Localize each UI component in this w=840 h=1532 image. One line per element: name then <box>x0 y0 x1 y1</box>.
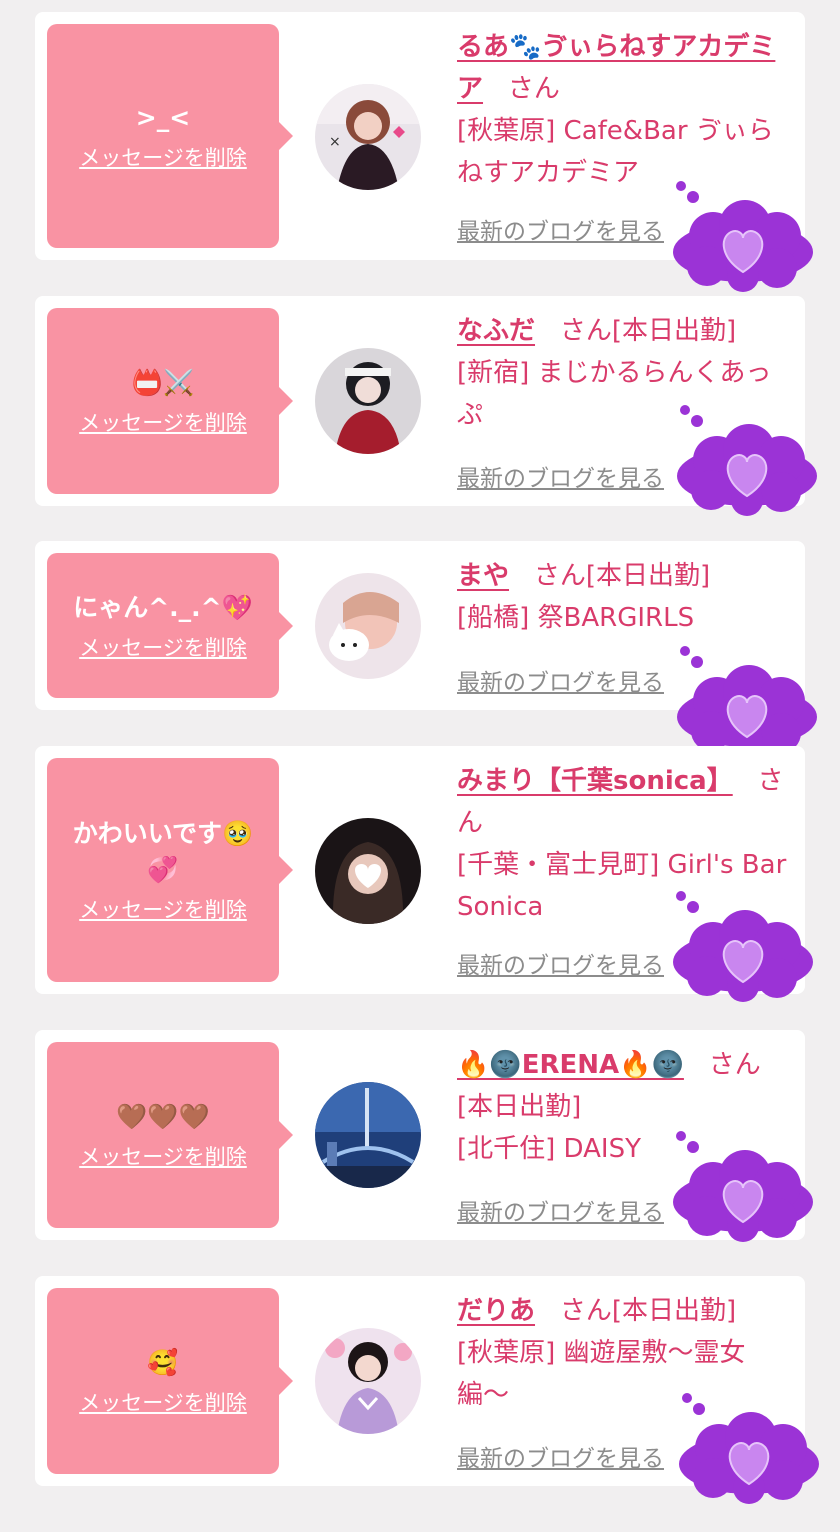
avatar[interactable] <box>315 573 421 679</box>
delete-message-link[interactable]: メッセージを削除 <box>79 632 247 662</box>
cast-name-link[interactable]: みまり【千葉sonica】 <box>457 766 733 796</box>
message-text: >_< <box>135 103 191 132</box>
message-card: 🥰 メッセージを削除 だりあ さん[本日出勤] [秋葉原] 幽遊屋敷〜霊女編〜 … <box>35 1276 819 1504</box>
honorific: さん <box>559 316 612 346</box>
heart-reaction-button[interactable] <box>667 404 819 520</box>
cast-info: るあ🐾ゔぃらねすアカデミア さん [秋葉原] Cafe&Bar ゔぃらねすアカデ… <box>457 26 791 194</box>
purple-heart-cloud-icon <box>673 1131 813 1242</box>
latest-blog-link[interactable]: 最新のブログを見る <box>457 1439 664 1473</box>
cast-name-link[interactable]: だりあ <box>457 1296 535 1326</box>
avatar[interactable] <box>315 1328 421 1434</box>
message-bubble: 📛⚔️ メッセージを削除 <box>47 308 293 494</box>
message-card: 📛⚔️ メッセージを削除 なふだ さん[本日出勤] [新宿] まじかるらんくあっ… <box>35 296 817 516</box>
message-bubble: にゃん^._.^💖 メッセージを削除 <box>47 553 293 698</box>
cast-name-link[interactable]: るあ🐾ゔぃらねすアカデミア <box>457 32 775 104</box>
svg-text:×: × <box>329 134 341 150</box>
message-card: >_< メッセージを削除 × るあ🐾ゔぃらねすアカデミア さん [秋葉原] Ca… <box>35 12 813 292</box>
avatar[interactable] <box>315 818 421 924</box>
delete-message-link[interactable]: メッセージを削除 <box>79 1387 247 1417</box>
delete-message-link[interactable]: メッセージを削除 <box>79 894 247 924</box>
message-bubble: 🥰 メッセージを削除 <box>47 1288 293 1474</box>
status-label: [本日出勤] <box>611 316 737 346</box>
avatar[interactable] <box>315 1082 421 1188</box>
status-label: [本日出勤] <box>457 1092 582 1122</box>
message-card: かわいいです🥹💞 メッセージを削除 みまり【千葉sonica】 さん [千葉・富… <box>35 746 813 1002</box>
message-text: 🥰 <box>147 1348 179 1377</box>
honorific: さん <box>708 1050 761 1080</box>
message-text: 📛⚔️ <box>131 368 195 397</box>
honorific: さん <box>507 74 560 104</box>
latest-blog-link[interactable]: 最新のブログを見る <box>457 663 664 697</box>
delete-message-link[interactable]: メッセージを削除 <box>79 407 247 437</box>
heart-reaction-button[interactable] <box>667 645 819 761</box>
avatar[interactable] <box>315 348 421 454</box>
honorific: さん <box>533 561 586 591</box>
message-card: 🤎🤎🤎 メッセージを削除 🔥🌚ERENA🔥🌚 さん [本日出勤] [北千住] DA… <box>35 1030 813 1242</box>
message-text: にゃん^._.^💖 <box>73 592 253 622</box>
latest-blog-link[interactable]: 最新のブログを見る <box>457 946 664 980</box>
cast-name-link[interactable]: なふだ <box>457 316 535 346</box>
message-bubble: >_< メッセージを削除 <box>47 24 293 248</box>
message-bubble: 🤎🤎🤎 メッセージを削除 <box>47 1042 293 1228</box>
honorific: さん <box>559 1296 612 1326</box>
status-label: [本日出勤] <box>611 1296 737 1326</box>
purple-heart-cloud-icon <box>673 181 813 292</box>
cast-name-link[interactable]: 🔥🌚ERENA🔥🌚 <box>457 1050 684 1080</box>
heart-reaction-button[interactable] <box>663 1130 815 1246</box>
heart-reaction-button[interactable] <box>663 180 815 296</box>
message-text: かわいいです🥹💞 <box>72 819 254 884</box>
status-label: [本日出勤] <box>585 561 711 591</box>
shop-info: [船橋] 祭BARGIRLS <box>457 603 695 633</box>
latest-blog-link[interactable]: 最新のブログを見る <box>457 459 664 493</box>
delete-message-link[interactable]: メッセージを削除 <box>79 1141 247 1171</box>
cast-name-link[interactable]: まや <box>457 561 509 591</box>
delete-message-link[interactable]: メッセージを削除 <box>79 142 247 172</box>
purple-heart-cloud-icon <box>679 1393 819 1504</box>
avatar[interactable]: × <box>315 84 421 190</box>
cast-info: まや さん[本日出勤] [船橋] 祭BARGIRLS <box>457 555 791 639</box>
message-bubble: かわいいです🥹💞 メッセージを削除 <box>47 758 293 982</box>
heart-reaction-button[interactable] <box>669 1392 821 1508</box>
latest-blog-link[interactable]: 最新のブログを見る <box>457 1193 664 1227</box>
purple-heart-cloud-icon <box>677 405 817 516</box>
purple-heart-cloud-icon <box>673 891 813 1002</box>
purple-heart-cloud-icon <box>677 646 817 757</box>
latest-blog-link[interactable]: 最新のブログを見る <box>457 212 664 246</box>
heart-reaction-button[interactable] <box>663 890 815 1006</box>
message-text: 🤎🤎🤎 <box>116 1102 210 1131</box>
message-card: にゃん^._.^💖 メッセージを削除 まや さん[本日出勤] [船橋] 祭BAR… <box>35 541 817 757</box>
